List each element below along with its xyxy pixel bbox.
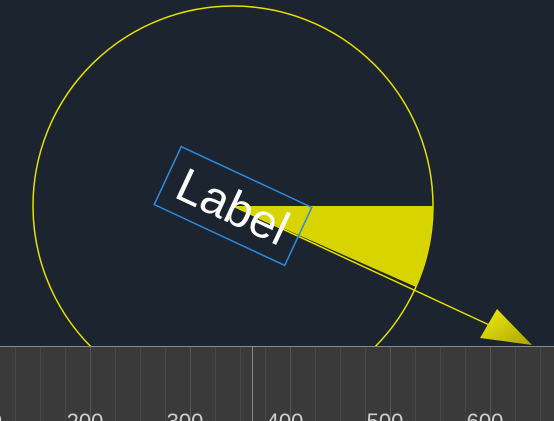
- ruler-gridline: [215, 347, 216, 421]
- ruler-gridline: [40, 347, 41, 421]
- ruler-tick-label: 500: [367, 409, 404, 421]
- canvas-viewport[interactable]: Label 0 200 300 400 500 600: [0, 0, 554, 421]
- ruler-gridline: [240, 347, 241, 421]
- ruler-tick-label: 300: [167, 409, 204, 421]
- timeline-ruler[interactable]: 0 200 300 400 500 600: [0, 346, 554, 421]
- ruler-gridline: [440, 347, 441, 421]
- direction-arrowhead[interactable]: [480, 309, 532, 345]
- ruler-gridline: [140, 347, 141, 421]
- ruler-gridline: [515, 347, 516, 421]
- ruler-tick-label: 400: [267, 409, 304, 421]
- ruler-gridline: [115, 347, 116, 421]
- ruler-gridline: [315, 347, 316, 421]
- ruler-gridline: [415, 347, 416, 421]
- ruler-tick-label: 200: [67, 409, 104, 421]
- ruler-tick-label: 0: [0, 409, 2, 421]
- ruler-cursor-line[interactable]: [252, 347, 253, 421]
- ruler-gridline: [15, 347, 16, 421]
- label-node[interactable]: Label: [153, 145, 313, 267]
- ruler-tick-label: 600: [467, 409, 504, 421]
- ruler-gridline: [340, 347, 341, 421]
- ruler-gridline: [540, 347, 541, 421]
